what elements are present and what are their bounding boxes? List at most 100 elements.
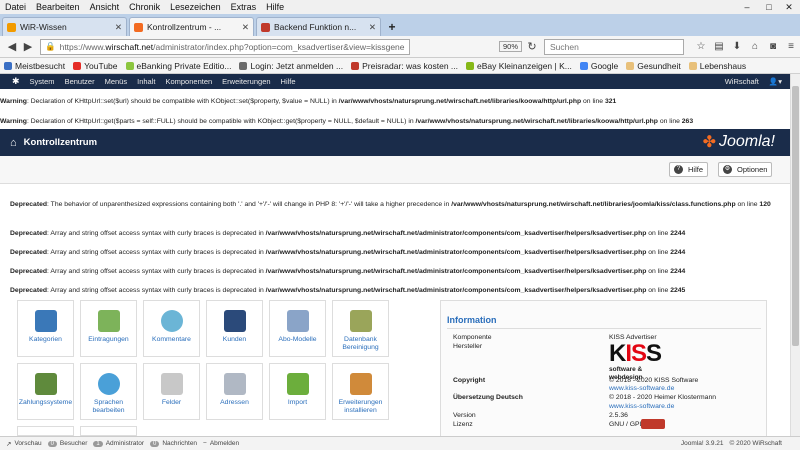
menu-komponenten[interactable]: Komponenten xyxy=(165,77,212,86)
maximize-button[interactable]: □ xyxy=(758,0,780,14)
envelope-icon xyxy=(223,373,246,395)
bookmark-preisradar[interactable]: Preisradar: was kosten ... xyxy=(351,61,458,71)
deprecated-path: /var/www/vhosts/natursprung.net/wirschaf… xyxy=(265,268,647,275)
customers-icon xyxy=(223,310,246,332)
payment-icon xyxy=(34,373,57,395)
bookmark-login[interactable]: Login: Jetzt anmelden ... xyxy=(239,61,343,71)
bookmark-meistbesucht[interactable]: Meistbesucht xyxy=(4,61,65,71)
home-icon[interactable]: ⌂ xyxy=(746,41,764,52)
options-button[interactable]: ⚙ Optionen xyxy=(718,162,773,177)
bookmark-youtube[interactable]: YouTube xyxy=(73,61,118,71)
scrollbar-thumb[interactable] xyxy=(792,86,799,346)
quickicon-kategorien[interactable]: Kategorien xyxy=(17,300,74,357)
menu-system[interactable]: System xyxy=(30,77,55,86)
count-badge: 1 xyxy=(93,440,103,447)
close-tab-icon[interactable]: ✕ xyxy=(242,22,249,33)
menu-lesezeichen[interactable]: Lesezeichen xyxy=(165,2,226,12)
menu-ansicht[interactable]: Ansicht xyxy=(85,2,125,12)
quickicon-label: Felder xyxy=(161,399,182,406)
reload-icon[interactable]: ↻ xyxy=(524,39,540,55)
menu-bearbeiten[interactable]: Bearbeiten xyxy=(31,2,85,12)
quickicon-partial[interactable] xyxy=(80,426,137,436)
deprecated-line-text: on line xyxy=(646,287,671,294)
download-icon[interactable]: ⬇ xyxy=(728,41,746,52)
quickicon-eintragungen[interactable]: Eintragungen xyxy=(80,300,137,357)
close-tab-icon[interactable]: ✕ xyxy=(115,22,122,33)
quickicon-adressen[interactable]: Adressen xyxy=(206,363,263,420)
hamburger-menu-icon[interactable]: ≡ xyxy=(782,41,800,52)
deprecated-notice: Deprecated: Array and string offset acce… xyxy=(10,248,780,258)
quickicon-partial[interactable] xyxy=(17,426,74,436)
preview-link[interactable]: ↗ Vorschau xyxy=(6,440,42,448)
help-button[interactable]: ? Hilfe xyxy=(669,162,709,177)
info-link[interactable]: www.kiss-software.de xyxy=(609,403,674,410)
deprecated-path: /var/www/vhosts/natursprung.net/wirschaf… xyxy=(265,230,647,237)
menu-datei[interactable]: Datei xyxy=(0,2,31,12)
menu-hilfe[interactable]: Hilfe xyxy=(261,2,289,12)
menu-chronik[interactable]: Chronik xyxy=(124,2,165,12)
joomla-admin-menu: ✱ System Benutzer Menüs Inhalt Komponent… xyxy=(0,74,790,89)
quickicon-zahlungssysteme[interactable]: Zahlungssysteme xyxy=(17,363,74,420)
bookmark-star-icon[interactable]: ☆ xyxy=(692,41,710,52)
back-icon[interactable]: ◀ xyxy=(4,39,20,55)
new-tab-button[interactable]: + xyxy=(383,19,401,36)
quickicon-label: Eintragungen xyxy=(88,336,129,343)
bookmark-ebanking[interactable]: eBanking Private Editio... xyxy=(125,61,231,71)
warning-label: Warning xyxy=(0,118,27,125)
bookmark-lebenshaus[interactable]: Lebenshaus xyxy=(688,61,746,71)
bookmark-label: Meistbesucht xyxy=(15,60,66,71)
ebay-icon xyxy=(466,61,475,70)
menu-inhalt[interactable]: Inhalt xyxy=(137,77,155,86)
tab-backend-funktion[interactable]: Backend Funktion n... ✕ xyxy=(256,17,381,36)
deprecated-text: : Array and string offset access syntax … xyxy=(47,230,266,237)
tab-kontrollzentrum[interactable]: Kontrollzentrum - ... ✕ xyxy=(129,17,254,36)
messages-count[interactable]: 0 Nachrichten xyxy=(150,440,197,447)
tab-favicon-icon xyxy=(7,22,16,32)
close-window-button[interactable]: ✕ xyxy=(778,0,800,14)
question-icon: ? xyxy=(674,165,683,174)
menu-hilfe-joomla[interactable]: Hilfe xyxy=(281,77,296,86)
site-name-link[interactable]: WiRschaft xyxy=(725,77,759,86)
forward-icon[interactable]: ▶ xyxy=(20,39,36,55)
quickicon-import[interactable]: Import xyxy=(269,363,326,420)
quickicon-sprachen[interactable]: Sprachen bearbeiten xyxy=(80,363,137,420)
joomla-icon[interactable]: ✱ xyxy=(12,76,20,87)
quickicon-datenbank-bereinigung[interactable]: Datenbank Bereinigung xyxy=(332,300,389,357)
tab-label: WiR-Wissen xyxy=(20,22,67,32)
bookmark-gesundheit[interactable]: Gesundheit xyxy=(626,61,681,71)
deprecated-text: : Array and string offset access syntax … xyxy=(47,287,266,294)
url-field[interactable]: 🔒 https://www. wirschaft.net/administrato… xyxy=(40,38,410,55)
deprecated-notice: Deprecated: Array and string offset acce… xyxy=(10,267,780,277)
pocket-icon[interactable]: ◙ xyxy=(764,41,782,52)
quickicon-felder[interactable]: Felder xyxy=(143,363,200,420)
bookmark-label: Google xyxy=(590,60,619,71)
menu-extras[interactable]: Extras xyxy=(226,2,262,12)
logout-link[interactable]: − Abmelden xyxy=(203,440,239,447)
quickicon-kommentare[interactable]: Kommentare xyxy=(143,300,200,357)
quickicon-erweiterungen[interactable]: Erweiterungen installieren xyxy=(332,363,389,420)
info-link[interactable]: www.kiss-software.de xyxy=(609,385,674,392)
page-scrollbar[interactable] xyxy=(790,74,800,436)
entries-icon xyxy=(97,310,120,332)
quickicon-abo-modelle[interactable]: Abo-Modelle xyxy=(269,300,326,357)
menu-benutzer[interactable]: Benutzer xyxy=(65,77,95,86)
tab-wir-wissen[interactable]: WiR-Wissen ✕ xyxy=(2,17,127,36)
zoom-indicator[interactable]: 90% xyxy=(498,41,522,52)
library-icon[interactable]: ▤ xyxy=(710,41,728,52)
user-icon[interactable]: 👤▾ xyxy=(769,77,782,86)
close-tab-icon[interactable]: ✕ xyxy=(369,22,376,33)
menu-erweiterungen[interactable]: Erweiterungen xyxy=(222,77,270,86)
bookmark-label: Login: Jetzt anmelden ... xyxy=(250,60,344,71)
joomla-logo-icon: ✤ xyxy=(702,134,716,151)
bookmark-ebay[interactable]: eBay Kleinanzeigen | K... xyxy=(466,61,572,71)
minimize-button[interactable]: – xyxy=(736,0,758,14)
menu-menues[interactable]: Menüs xyxy=(105,77,128,86)
bookmark-google[interactable]: Google xyxy=(579,60,619,71)
joomla-version: Joomla! 3.9.21 xyxy=(681,440,724,447)
warning-line-number: 321 xyxy=(604,98,617,105)
joomla-status-bar: ↗ Vorschau 0 Besucher 1 Administrator 0 Nach… xyxy=(0,436,800,450)
lock-icon: 🔒 xyxy=(45,41,56,51)
search-input[interactable]: Suchen xyxy=(544,38,684,55)
info-label: Copyright xyxy=(453,377,486,384)
quickicon-kunden[interactable]: Kunden xyxy=(206,300,263,357)
